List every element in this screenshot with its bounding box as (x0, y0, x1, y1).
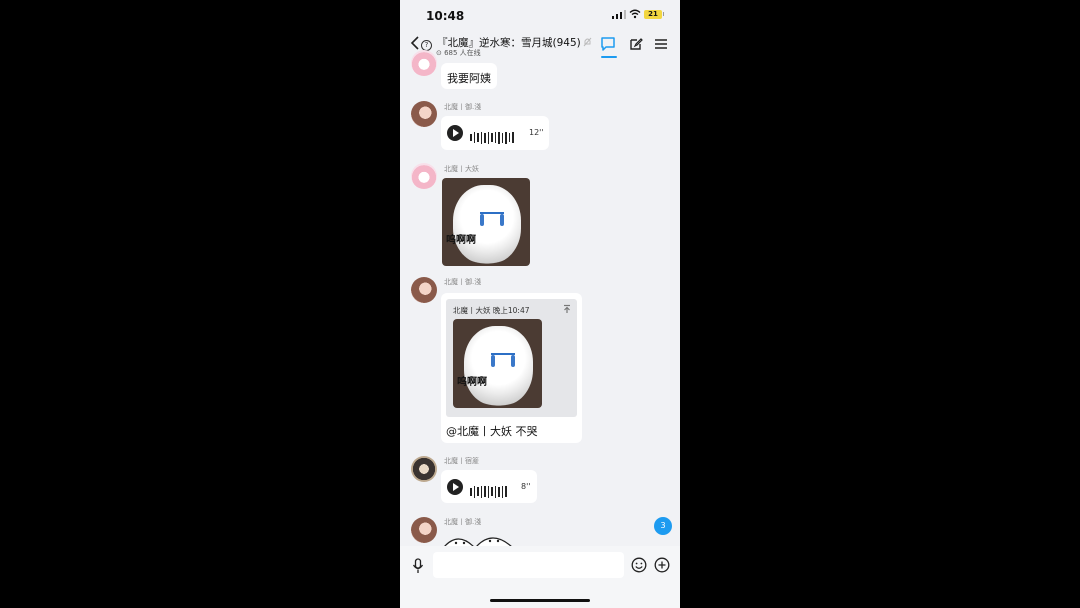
edit-icon[interactable] (628, 36, 646, 54)
voice-message[interactable]: 8'' (441, 470, 537, 503)
plus-icon[interactable] (654, 557, 670, 573)
voice-waveform (470, 481, 509, 498)
message-text: 我要阿姨 (447, 72, 491, 85)
sticker-tear (511, 355, 515, 367)
avatar[interactable] (411, 163, 437, 189)
quoted-message[interactable]: 北魔丨大妖 晚上10:47 呜啊啊 (446, 299, 577, 417)
play-icon[interactable] (447, 479, 463, 495)
sticker-image[interactable]: 呜啊啊 (442, 178, 530, 266)
quoted-header: 北魔丨大妖 晚上10:47 (453, 306, 530, 315)
chat-icon[interactable] (600, 36, 618, 54)
voice-duration: 8'' (521, 482, 531, 491)
online-count: ⊙ 685 人在线 (436, 48, 481, 58)
sender-name: 北魔丨大妖 (444, 165, 479, 173)
sticker-text: 呜啊啊 (446, 235, 476, 246)
sender-name: 北魔丨御.淺 (444, 278, 482, 286)
avatar[interactable] (411, 277, 437, 303)
wifi-icon (629, 9, 641, 22)
online-icon: ⊙ (436, 49, 445, 57)
sticker-image[interactable] (442, 532, 516, 546)
play-icon[interactable] (447, 125, 463, 141)
pin-icon[interactable] (562, 304, 572, 317)
sender-name: 北魔丨御.淺 (444, 103, 482, 111)
tab-chat-indicator (601, 56, 617, 58)
sender-name: 北魔丨宿簅 (444, 457, 479, 465)
mic-icon[interactable] (412, 558, 424, 574)
home-indicator (490, 599, 590, 602)
sticker-text: 呜啊啊 (457, 377, 487, 388)
unread-badge[interactable]: 3 (654, 517, 672, 535)
quoted-sticker: 呜啊啊 (453, 319, 542, 408)
sticker-cat (463, 326, 534, 407)
battery-icon: 21 (644, 10, 662, 19)
message-bubble[interactable]: 我要阿姨 (441, 63, 497, 89)
mute-icon (583, 37, 592, 50)
status-time: 10:48 (426, 9, 465, 23)
sticker-cat (452, 185, 522, 265)
avatar[interactable] (411, 101, 437, 127)
voice-waveform (470, 127, 516, 144)
online-count-text: 685 人在线 (444, 49, 481, 57)
signal-icon (612, 10, 626, 19)
reply-message[interactable]: 北魔丨大妖 晚上10:47 呜啊啊 @北魔丨大妖 不哭 (441, 293, 582, 443)
battery-tip (663, 12, 664, 16)
sticker-tear (500, 214, 504, 226)
phone-screen: 10:48 21 ? 『北魔』逆水寒：雪月城(945) ⊙ 685 人在线 我要… (400, 0, 680, 608)
avatar[interactable] (411, 456, 437, 482)
menu-icon[interactable] (654, 36, 672, 54)
avatar[interactable] (411, 50, 437, 76)
sticker-tear (480, 214, 484, 226)
message-input[interactable] (433, 552, 624, 578)
message-text: @北魔丨大妖 不哭 (446, 425, 538, 438)
sender-name: 北魔丨御.淺 (444, 518, 482, 526)
voice-message[interactable]: 12'' (441, 116, 549, 150)
sticker-tear (491, 355, 495, 367)
emoji-icon[interactable] (631, 557, 647, 573)
avatar[interactable] (411, 517, 437, 543)
voice-duration: 12'' (529, 128, 544, 137)
